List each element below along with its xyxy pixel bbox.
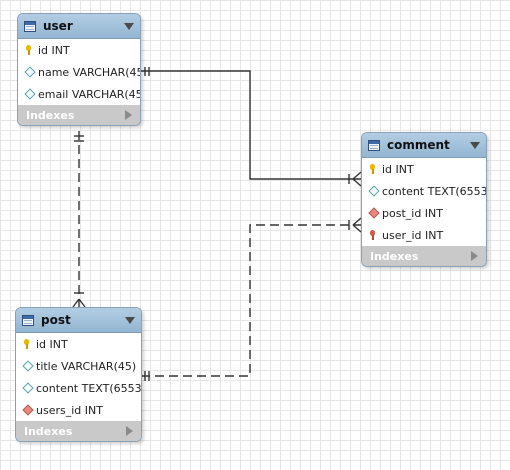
table-icon: [368, 139, 380, 151]
red-key-icon: [368, 230, 378, 240]
chevron-right-icon[interactable]: [471, 251, 478, 261]
table-user[interactable]: user id INT name VARCHAR(45) email VARCH…: [17, 13, 141, 126]
rel-user-comment-line: [141, 70, 361, 180]
diamond-icon: [24, 67, 34, 77]
field-label: title VARCHAR(45): [36, 359, 137, 373]
table-comment[interactable]: comment id INT content TEXT(65535) post_…: [361, 132, 487, 267]
key-icon: [24, 45, 34, 55]
field-label: content TEXT(65535): [36, 381, 142, 395]
table-icon: [24, 20, 36, 32]
table-comment-header[interactable]: comment: [362, 133, 486, 158]
field-label: id INT: [382, 162, 414, 176]
field-row[interactable]: email VARCHAR(45): [18, 83, 140, 105]
indexes-label: Indexes: [370, 249, 419, 263]
indexes-label: Indexes: [24, 424, 73, 438]
table-user-header[interactable]: user: [18, 14, 140, 39]
chevron-right-icon[interactable]: [125, 110, 132, 120]
diamond-icon: [24, 89, 34, 99]
table-post-header[interactable]: post: [16, 308, 141, 333]
indexes-label: Indexes: [26, 108, 75, 122]
indexes-bar[interactable]: Indexes: [18, 105, 140, 125]
diamond-icon: [22, 383, 32, 393]
field-row[interactable]: content TEXT(65535): [362, 180, 486, 202]
chevron-down-icon[interactable]: [124, 22, 134, 30]
table-comment-title: comment: [387, 138, 450, 152]
key-icon: [22, 339, 32, 349]
chevron-down-icon[interactable]: [125, 316, 135, 324]
indexes-bar[interactable]: Indexes: [16, 421, 141, 441]
field-label: content TEXT(65535): [382, 184, 487, 198]
field-row[interactable]: id INT: [18, 39, 140, 61]
field-row[interactable]: content TEXT(65535): [16, 377, 141, 399]
field-row[interactable]: id INT: [362, 158, 486, 180]
field-label: users_id INT: [36, 403, 103, 417]
field-label: name VARCHAR(45): [38, 65, 141, 79]
table-post[interactable]: post id INT title VARCHAR(45) content TE…: [15, 307, 142, 442]
field-row[interactable]: post_id INT: [362, 202, 486, 224]
rel-post-comment-line: [141, 224, 361, 377]
diamond-icon: [22, 361, 32, 371]
field-row[interactable]: name VARCHAR(45): [18, 61, 140, 83]
red-diamond-icon: [368, 208, 378, 218]
field-row[interactable]: id INT: [16, 333, 141, 355]
key-icon: [368, 164, 378, 174]
field-row[interactable]: users_id INT: [16, 399, 141, 421]
table-post-title: post: [41, 313, 71, 327]
field-row[interactable]: title VARCHAR(45): [16, 355, 141, 377]
diamond-icon: [368, 186, 378, 196]
table-icon: [22, 314, 34, 326]
red-diamond-icon: [22, 405, 32, 415]
field-label: id INT: [38, 43, 70, 57]
field-label: email VARCHAR(45): [38, 87, 141, 101]
field-label: user_id INT: [382, 228, 444, 242]
field-row[interactable]: user_id INT: [362, 224, 486, 246]
table-user-title: user: [43, 19, 73, 33]
chevron-down-icon[interactable]: [470, 141, 480, 149]
chevron-right-icon[interactable]: [126, 426, 133, 436]
indexes-bar[interactable]: Indexes: [362, 246, 486, 266]
field-label: id INT: [36, 337, 68, 351]
field-label: post_id INT: [382, 206, 443, 220]
